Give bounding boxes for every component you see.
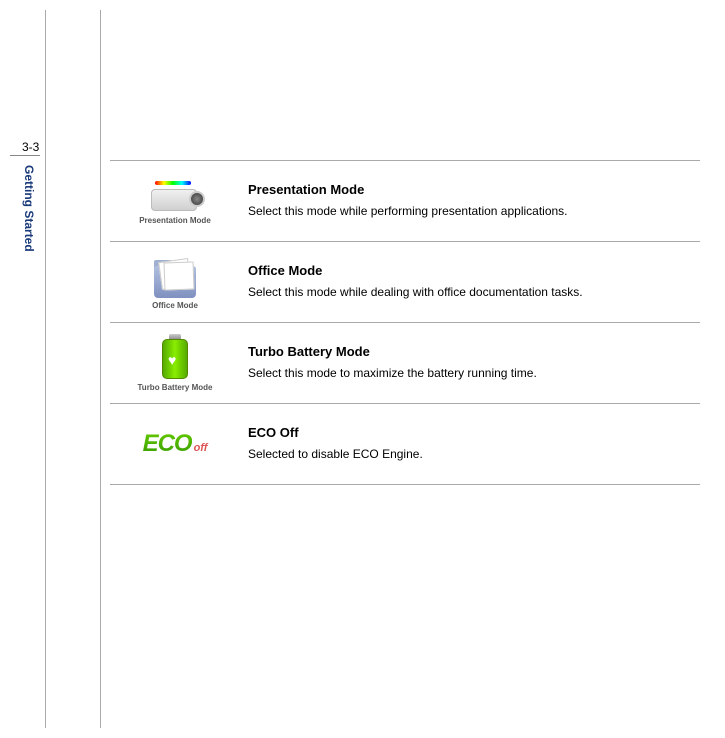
mode-row-turbo-battery: Turbo Battery Mode Turbo Battery Mode Se…	[110, 323, 700, 403]
mode-description: Select this mode to maximize the battery…	[248, 365, 700, 382]
icon-caption: Presentation Mode	[139, 216, 211, 225]
icon-caption: Turbo Battery Mode	[138, 383, 213, 392]
mode-title: Presentation Mode	[248, 182, 700, 197]
mode-description: Selected to disable ECO Engine.	[248, 446, 700, 463]
mode-description: Select this mode while performing presen…	[248, 203, 700, 220]
text-cell: Presentation Mode Select this mode while…	[240, 182, 700, 220]
mode-row-office: Office Mode Office Mode Select this mode…	[110, 242, 700, 322]
margin-rule-2	[100, 10, 101, 728]
text-cell: ECO Off Selected to disable ECO Engine.	[240, 425, 700, 463]
icon-cell: Turbo Battery Mode	[110, 334, 240, 392]
mode-title: Office Mode	[248, 263, 700, 278]
battery-icon	[160, 334, 190, 380]
icon-caption: Office Mode	[152, 301, 198, 310]
header-rule	[10, 155, 40, 156]
icon-cell: ECO off	[110, 430, 240, 458]
mode-title: Turbo Battery Mode	[248, 344, 700, 359]
projector-icon	[147, 177, 203, 213]
mode-title: ECO Off	[248, 425, 700, 440]
section-title: Getting Started	[22, 165, 36, 252]
icon-cell: Presentation Mode	[110, 177, 240, 225]
off-text: off	[194, 442, 208, 454]
icon-cell: Office Mode	[110, 254, 240, 310]
mode-row-eco-off: ECO off ECO Off Selected to disable ECO …	[110, 404, 700, 484]
content-area: Presentation Mode Presentation Mode Sele…	[110, 160, 700, 485]
text-cell: Turbo Battery Mode Select this mode to m…	[240, 344, 700, 382]
text-cell: Office Mode Select this mode while deali…	[240, 263, 700, 301]
folder-icon	[150, 254, 200, 298]
page-number: 3-3	[22, 140, 39, 154]
mode-row-presentation: Presentation Mode Presentation Mode Sele…	[110, 161, 700, 241]
divider	[110, 484, 700, 485]
mode-description: Select this mode while dealing with offi…	[248, 284, 700, 301]
eco-off-icon: ECO off	[143, 430, 208, 458]
margin-rule-1	[45, 10, 46, 728]
eco-text: ECO	[143, 430, 192, 458]
